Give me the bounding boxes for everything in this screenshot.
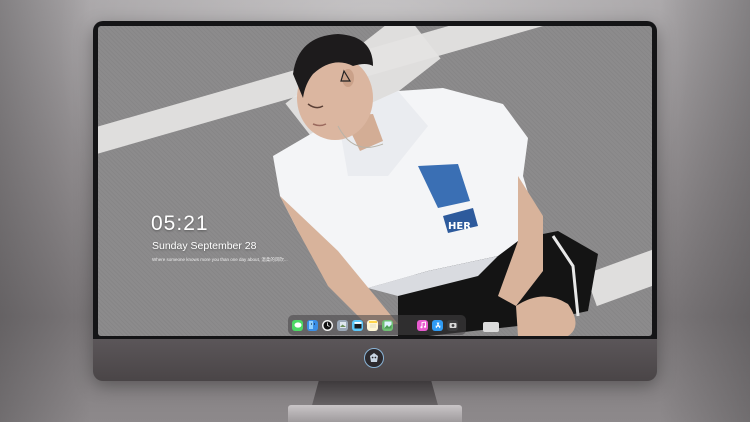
monitor-logo-icon — [364, 348, 384, 368]
messages-icon[interactable] — [292, 319, 303, 331]
camera-icon[interactable] — [447, 319, 458, 331]
desktop-screen: HER 05:21 Sunday September 28 Where some… — [98, 26, 652, 336]
preview-icon[interactable] — [337, 319, 348, 331]
clock-icon[interactable] — [322, 319, 333, 331]
lock-quote-text: Where someone knows more you than one da… — [152, 257, 288, 262]
photos-icon[interactable] — [382, 319, 393, 331]
lock-date: Sunday September 28 — [152, 240, 257, 252]
notes-icon[interactable] — [367, 319, 378, 331]
music-icon[interactable] — [417, 319, 428, 331]
lock-clock-time: 05:21 — [151, 212, 209, 235]
monitor-stand-foot — [288, 405, 462, 422]
app-store-icon[interactable] — [432, 319, 443, 331]
wallpaper-person-photo: HER — [273, 34, 598, 336]
svg-text:HER: HER — [448, 221, 471, 232]
clapperboard-icon[interactable] — [352, 319, 363, 331]
dock — [288, 315, 466, 335]
finder-icon[interactable] — [307, 319, 318, 331]
